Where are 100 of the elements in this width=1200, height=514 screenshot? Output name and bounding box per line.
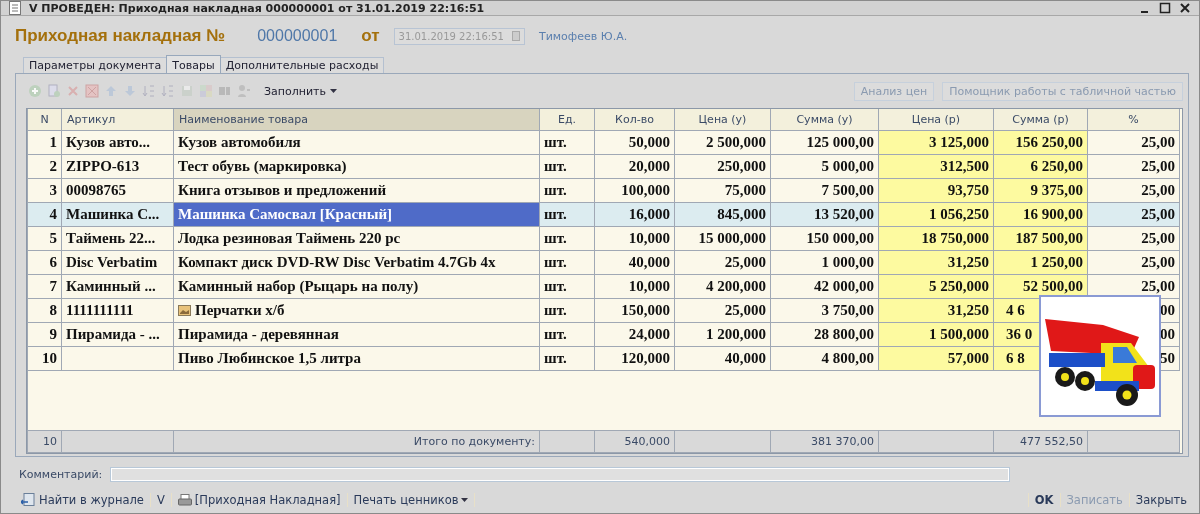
- column-header[interactable]: Сумма (р): [993, 109, 1088, 131]
- document-icon: [9, 1, 21, 15]
- table-cell: 845,000: [674, 202, 771, 227]
- column-header[interactable]: Сумма (у): [770, 109, 879, 131]
- table-cell: шт.: [539, 322, 595, 347]
- table-cell: шт.: [539, 154, 595, 179]
- table-cell: Лодка резиновая Таймень 220 рс: [173, 226, 540, 251]
- date-label: от: [361, 26, 380, 46]
- save-icon[interactable]: [180, 84, 194, 98]
- column-header[interactable]: Ед.: [539, 109, 595, 131]
- table-cell: 1 250,00: [993, 250, 1088, 275]
- table-cell: 24,000: [594, 322, 675, 347]
- table-cell: 156 250,00: [993, 130, 1088, 155]
- table-cell: 6 250,00: [993, 154, 1088, 179]
- table-cell: 50,000: [594, 130, 675, 155]
- table-cell: 5 000,00: [770, 154, 879, 179]
- table-cell: 7: [27, 274, 62, 299]
- table-cell: шт.: [539, 130, 595, 155]
- document-title: Приходная накладная №: [15, 26, 226, 46]
- table-cell: шт.: [539, 298, 595, 323]
- table-cell: шт.: [539, 178, 595, 203]
- action-button[interactable]: [Приходная Накладная]: [175, 493, 343, 507]
- table-cell: шт.: [539, 274, 595, 299]
- table-cell: 150,000: [594, 298, 675, 323]
- caret-icon: [461, 498, 469, 502]
- column-header[interactable]: %: [1087, 109, 1180, 131]
- table-cell: Перчатки х/б: [173, 298, 540, 323]
- column-header[interactable]: Цена (у): [674, 109, 771, 131]
- dialog-button[interactable]: OK: [1032, 493, 1056, 507]
- table-cell: 1 500,000: [878, 322, 994, 347]
- table-cell: 1111111111: [61, 298, 174, 323]
- down-icon[interactable]: [123, 84, 137, 98]
- column-header[interactable]: Цена (р): [878, 109, 994, 131]
- plus-icon[interactable]: [28, 84, 42, 98]
- fill-menu-button[interactable]: Заполнить: [260, 84, 341, 98]
- table-cell-text: 4 6: [1005, 302, 1025, 318]
- dialog-button[interactable]: Закрыть: [1133, 493, 1189, 507]
- table-cell: 75,000: [674, 178, 771, 203]
- table-cell: Пирамида - ...: [61, 322, 174, 347]
- table-cell: шт.: [539, 346, 595, 371]
- copy-icon[interactable]: [47, 84, 61, 98]
- table-cell: 3 125,000: [878, 130, 994, 155]
- action-button[interactable]: V: [154, 493, 167, 507]
- column-header[interactable]: N: [27, 109, 62, 131]
- comment-label: Комментарий:: [19, 467, 103, 481]
- table-cell: 00: [1160, 302, 1175, 318]
- table-cell: 10,000: [594, 226, 675, 251]
- table-cell: 50: [1160, 350, 1175, 366]
- table-cell: 120,000: [594, 346, 675, 371]
- table-cell: 10,000: [594, 274, 675, 299]
- table-cell: Каминный ...: [61, 274, 174, 299]
- column-header[interactable]: Артикул: [61, 109, 174, 131]
- tab[interactable]: Параметры документа: [23, 57, 168, 73]
- column-header[interactable]: Кол-во: [594, 109, 675, 131]
- table-cell: 25,000: [674, 250, 771, 275]
- table-cell: 18 750,000: [878, 226, 994, 251]
- table-cell-text: 6 8: [1005, 350, 1025, 366]
- up-icon[interactable]: [104, 84, 118, 98]
- action-button[interactable]: Найти в журнале: [19, 493, 146, 507]
- table-cell: шт.: [539, 226, 595, 251]
- table-cell: 3 750,00: [770, 298, 879, 323]
- table-cell: 15 000,000: [674, 226, 771, 251]
- table-cell-text: 36 0: [1005, 326, 1033, 342]
- table-cell: 9: [27, 322, 62, 347]
- table-cell: 5: [27, 226, 62, 251]
- table-cell: 6: [27, 250, 62, 275]
- table-cell: 5 250,000: [878, 274, 994, 299]
- table-cell: 28 800,00: [770, 322, 879, 347]
- user-icon[interactable]: [237, 84, 251, 98]
- table-cell: 13 520,00: [770, 202, 879, 227]
- table-cell: Машинка Самосвал [Красный]: [173, 202, 540, 227]
- table-cell: 00098765: [61, 178, 174, 203]
- table-cell: 1 056,250: [878, 202, 994, 227]
- table-cell: 7 500,00: [770, 178, 879, 203]
- menu-button[interactable]: Печать ценников: [351, 493, 471, 507]
- column-header[interactable]: Наименование товара: [173, 109, 540, 131]
- table-cell: 312,500: [878, 154, 994, 179]
- table-cell: 2 500,000: [674, 130, 771, 155]
- table-cell: 16 900,00: [993, 202, 1088, 227]
- table-cell: 57,000: [878, 346, 994, 371]
- tab[interactable]: Товары: [166, 55, 221, 73]
- table-cell: 25,000: [674, 298, 771, 323]
- table-cell: 25,00: [1087, 202, 1180, 227]
- table-cell: 40,000: [594, 250, 675, 275]
- table-cell: Книга отзывов и предложений: [173, 178, 540, 203]
- table-cell: 187 500,00: [993, 226, 1088, 251]
- table-cell: 25,00: [1087, 226, 1180, 251]
- x-icon[interactable]: [66, 84, 80, 98]
- calendar-icon[interactable]: [511, 31, 520, 41]
- total-cell: Итого по документу:: [173, 430, 540, 453]
- table-cell: 25,00: [1087, 178, 1180, 203]
- table-cell: 4 800,00: [770, 346, 879, 371]
- close-icon[interactable]: [1179, 2, 1191, 14]
- comment-field[interactable]: [110, 466, 1011, 482]
- tab[interactable]: Дополнительные расходы: [219, 57, 385, 73]
- table-cell: 31,250: [878, 298, 994, 323]
- printer-icon: [177, 493, 192, 507]
- table-cell: 1 200,000: [674, 322, 771, 347]
- maximize-icon[interactable]: [1159, 2, 1171, 14]
- table-cell: 2: [27, 154, 62, 179]
